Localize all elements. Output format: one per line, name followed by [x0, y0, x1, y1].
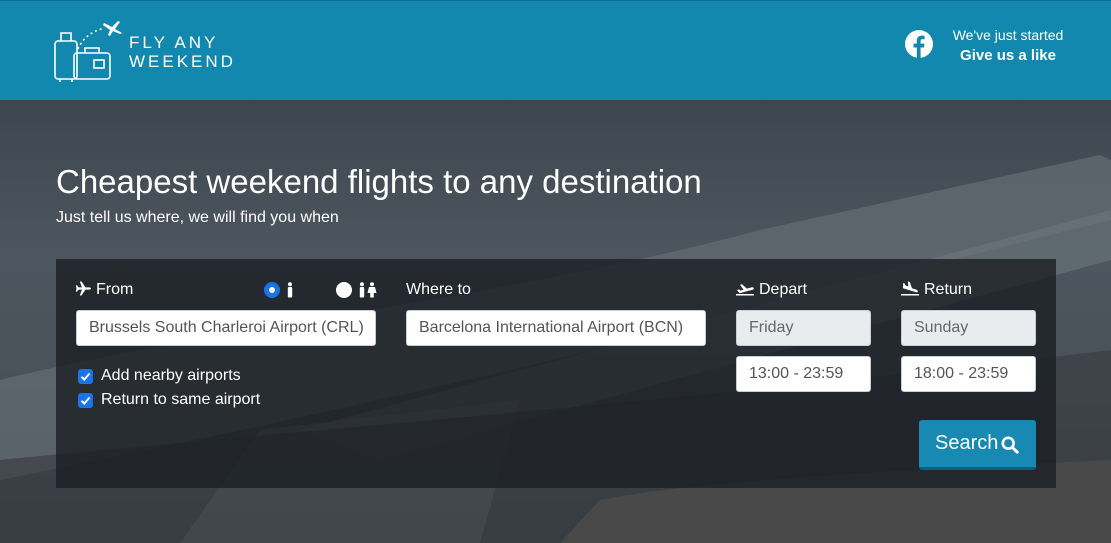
from-label-text: From — [96, 281, 134, 298]
social-line-2: Give us a like — [960, 47, 1056, 64]
add-nearby-label[interactable]: Add nearby airports — [101, 367, 241, 385]
from-label: From — [75, 281, 133, 299]
return-day-field[interactable]: Sunday — [901, 310, 1036, 346]
facebook-icon[interactable] — [904, 29, 934, 59]
logo-line-1: FLY ANY — [129, 33, 219, 52]
add-nearby-checkbox[interactable] — [78, 369, 93, 384]
depart-label: Depart — [735, 281, 807, 299]
plane-icon — [75, 281, 91, 296]
return-label-text: Return — [924, 281, 973, 298]
travelers-pair-radio[interactable] — [336, 282, 352, 298]
search-form: From Where to Depart Return Brussels Sou… — [56, 259, 1056, 488]
depart-time-select[interactable]: 13:00 - 23:59 — [736, 356, 871, 392]
page-subtitle: Just tell us where, we will find you whe… — [56, 209, 339, 226]
same-airport-checkbox[interactable] — [78, 393, 93, 408]
single-person-icon — [287, 282, 293, 298]
return-label: Return — [900, 281, 972, 299]
to-airport-input[interactable]: Barcelona International Airport (BCN) — [406, 310, 706, 346]
travelers-single-radio[interactable] — [264, 282, 280, 298]
search-icon — [1001, 436, 1019, 454]
same-airport-label[interactable]: Return to same airport — [101, 391, 260, 409]
to-label: Where to — [406, 281, 471, 298]
search-button[interactable]: Search — [919, 420, 1036, 470]
checkmark-icon — [80, 396, 91, 405]
two-people-icon — [359, 282, 377, 298]
checkmark-icon — [80, 372, 91, 381]
return-time-select[interactable]: 18:00 - 23:59 — [901, 356, 1036, 392]
depart-day-field[interactable]: Friday — [736, 310, 871, 346]
logo-line-2: WEEKEND — [129, 52, 236, 71]
page-title: Cheapest weekend flights to any destinat… — [56, 163, 702, 200]
logo[interactable]: FLY ANY WEEKEND — [52, 19, 233, 83]
departure-icon — [736, 284, 754, 296]
depart-label-text: Depart — [759, 281, 808, 298]
social-prompt[interactable]: We've just started Give us a like — [944, 25, 1072, 67]
site-header: FLY ANY WEEKEND We've just started Give … — [0, 0, 1111, 100]
search-button-label: Search — [935, 432, 999, 454]
from-airport-input[interactable]: Brussels South Charleroi Airport (CRL) — [76, 310, 376, 346]
social-line-1: We've just started — [952, 27, 1064, 43]
arrival-icon — [901, 281, 919, 296]
luggage-plane-icon — [54, 21, 122, 82]
